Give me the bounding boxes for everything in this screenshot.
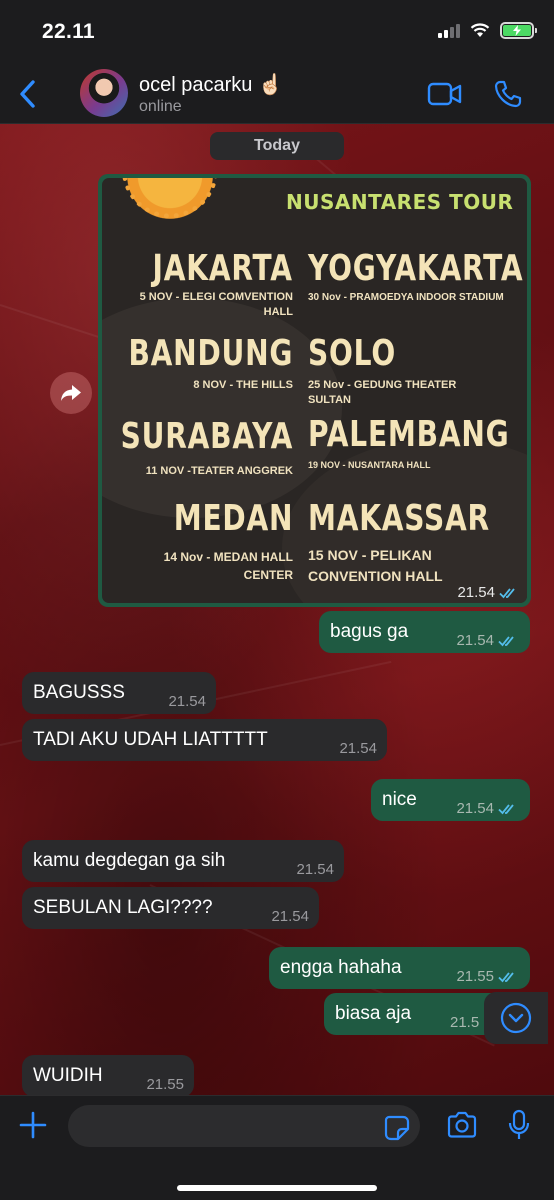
- city-name: YOGYAKARTA: [308, 248, 524, 289]
- message-time: 21.54: [271, 908, 309, 925]
- city-name: SOLO: [308, 333, 396, 374]
- message-time: 21.54: [168, 693, 206, 710]
- venue-text: 11 NOV -TEATER ANGGREK: [145, 465, 293, 477]
- venue-text: 15 NOV - PELIKAN CONVENTION HALL: [308, 547, 443, 584]
- message-bubble-incoming[interactable]: BAGUSSS 21.54: [22, 672, 216, 714]
- message-time: 21.54: [456, 800, 494, 817]
- message-text: engga hahaha: [280, 957, 402, 978]
- message-time: 21.54: [456, 632, 494, 649]
- battery-charging-icon: [500, 22, 537, 39]
- city-name: SURABAYA: [120, 416, 293, 457]
- date-separator: Today: [210, 132, 344, 160]
- venue-text: 14 Nov - MEDAN HALL CENTER: [163, 550, 293, 582]
- contact-status: online: [139, 98, 182, 115]
- venue-text: 5 NOV - ELEGI COMVENTION HALL: [139, 291, 293, 318]
- image-message[interactable]: NUSANTARES TOUR JAKARTA 5 NOV - ELEGI CO…: [98, 174, 531, 607]
- message-time: 21.5: [450, 1014, 480, 1031]
- message-bubble-outgoing[interactable]: engga hahaha 21.55: [269, 947, 530, 989]
- message-bubble-incoming[interactable]: SEBULAN LAGI???? 21.54: [22, 887, 319, 929]
- chevron-down-circle-icon: [500, 1002, 532, 1034]
- double-check-icon: [498, 972, 514, 983]
- tour-poster: NUSANTARES TOUR JAKARTA 5 NOV - ELEGI CO…: [102, 178, 527, 603]
- message-meta: 21.54: [456, 631, 518, 651]
- video-camera-icon[interactable]: [427, 82, 463, 106]
- message-text: TADI AKU UDAH LIATTTTT: [33, 729, 268, 750]
- chevron-left-icon[interactable]: [14, 78, 42, 110]
- double-check-icon: [498, 804, 514, 815]
- message-bubble-incoming[interactable]: kamu degdegan ga sih 21.54: [22, 840, 344, 882]
- city-name: BANDUNG: [128, 333, 293, 374]
- double-check-icon: [499, 587, 515, 598]
- message-time: 21.54: [296, 861, 334, 878]
- microphone-icon[interactable]: [508, 1109, 530, 1141]
- chat-header: ocel pacarku ☝🏻 online: [0, 62, 554, 124]
- message-text: nice: [382, 789, 417, 810]
- wifi-icon: [470, 23, 490, 37]
- city-name: PALEMBANG: [308, 414, 510, 455]
- status-bar: 22.11: [0, 0, 554, 62]
- message-meta: 21.54: [456, 799, 518, 819]
- status-icons: [438, 22, 537, 39]
- message-time: 21.55: [456, 968, 494, 985]
- message-meta: 21.55: [456, 967, 518, 987]
- forward-arrow-icon[interactable]: [50, 372, 92, 414]
- venue-text: 30 Nov - PRAMOEDYA INDOOR STADIUM: [308, 292, 504, 303]
- message-bubble-outgoing[interactable]: bagus ga 21.54: [319, 611, 530, 653]
- message-text: WUIDIH: [33, 1065, 103, 1086]
- message-text: biasa aja: [335, 1003, 412, 1024]
- message-bubble-incoming[interactable]: TADI AKU UDAH LIATTTTT 21.54: [22, 719, 387, 761]
- message-text: bagus ga: [330, 621, 409, 642]
- chat-area[interactable]: Today NUSANTARES TOUR JAKARTA 5 NOV - EL…: [0, 124, 554, 1095]
- message-input[interactable]: [68, 1105, 420, 1147]
- city-name: MAKASSAR: [308, 498, 490, 539]
- home-indicator[interactable]: [177, 1185, 377, 1191]
- poster-title: NUSANTARES TOUR: [286, 190, 514, 214]
- scroll-to-bottom-button[interactable]: [484, 992, 548, 1044]
- message-time: 21.54: [457, 584, 495, 601]
- phone-icon[interactable]: [493, 79, 523, 109]
- message-time: 21.55: [146, 1076, 184, 1093]
- avatar[interactable]: [80, 69, 128, 117]
- message-time: 21.54: [339, 740, 377, 757]
- plus-icon[interactable]: [18, 1110, 48, 1140]
- message-bubble-outgoing[interactable]: nice 21.54: [371, 779, 530, 821]
- sticker-icon[interactable]: [384, 1115, 410, 1141]
- contact-name[interactable]: ocel pacarku ☝🏻: [139, 72, 283, 97]
- city-name: MEDAN: [173, 498, 293, 539]
- message-bubble-incoming[interactable]: WUIDIH 21.55: [22, 1055, 194, 1095]
- message-text: BAGUSSS: [33, 682, 125, 703]
- venue-text: 8 NOV - THE HILLS: [193, 379, 293, 391]
- double-check-icon: [498, 636, 514, 647]
- cellular-signal-icon: [438, 23, 460, 38]
- venue-text: 25 Nov - GEDUNG THEATER SULTAN: [308, 379, 457, 406]
- message-meta: 21.54: [457, 584, 519, 601]
- city-name: JAKARTA: [152, 248, 293, 289]
- status-time: 22.11: [42, 20, 95, 43]
- venue-text: 19 NOV - NUSANTARA HALL: [308, 460, 431, 470]
- message-text: SEBULAN LAGI????: [33, 897, 213, 918]
- message-text: kamu degdegan ga sih: [33, 850, 226, 871]
- camera-icon[interactable]: [446, 1111, 478, 1139]
